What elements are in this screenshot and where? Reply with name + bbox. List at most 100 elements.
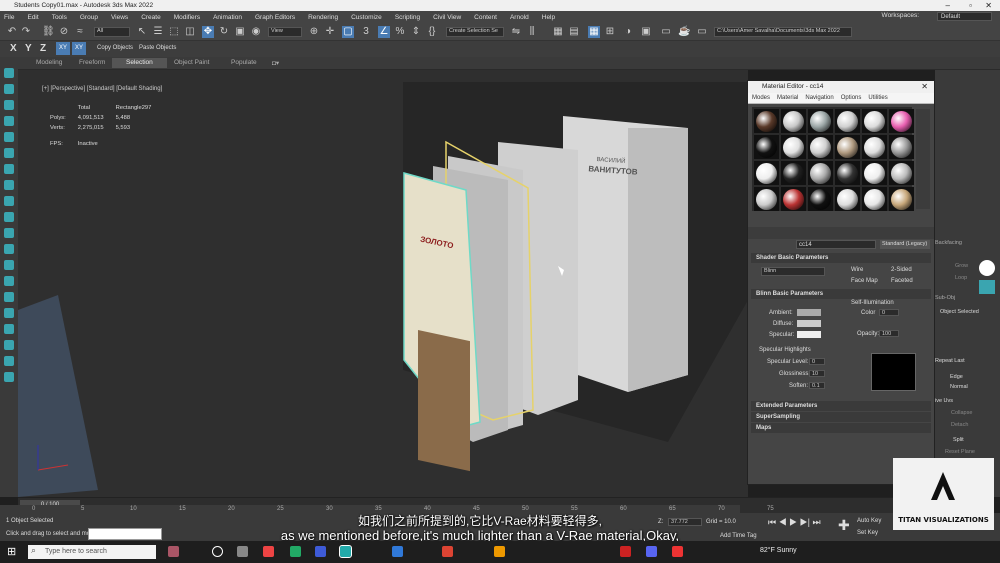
task-view-icon[interactable] [237, 546, 248, 557]
render-frame-icon[interactable]: ▭ [660, 26, 672, 38]
extended-parameters-header[interactable]: Extended Parameters [751, 401, 931, 411]
panel-normal[interactable]: Normal [950, 384, 968, 390]
face-map-checkbox[interactable]: Face Map [851, 278, 878, 284]
pin-icon[interactable] [979, 260, 995, 276]
percent-snap-icon[interactable]: % [394, 26, 406, 38]
menu-content[interactable]: Content [474, 14, 497, 21]
schematic-view-icon[interactable]: ⊞ [604, 26, 616, 38]
menu-file[interactable]: File [4, 14, 14, 21]
workspace-dropdown[interactable]: Default [937, 12, 992, 21]
material-sample-slot[interactable] [754, 161, 779, 185]
material-sample-slot[interactable] [754, 187, 779, 211]
place-icon[interactable]: ◉ [250, 26, 262, 38]
render-icon[interactable]: ☕ [678, 26, 690, 38]
axis-y-button[interactable]: Y [25, 43, 32, 54]
toggle-ribbon-icon[interactable]: ▤ [568, 26, 580, 38]
tool-panel-icon[interactable] [979, 280, 995, 294]
material-sample-slot[interactable] [862, 135, 887, 159]
tool-icon-13[interactable] [4, 260, 14, 270]
bind-icon[interactable]: ≈ [74, 26, 86, 38]
material-sample-slot[interactable] [754, 109, 779, 133]
windows-start-icon[interactable]: ⊞ [7, 545, 16, 558]
material-sample-slot[interactable] [835, 109, 860, 133]
discord-icon[interactable] [646, 546, 657, 557]
tool-icon-16[interactable] [4, 308, 14, 318]
tab-selection[interactable]: Selection [112, 58, 167, 68]
rect-select-icon[interactable]: ⬚ [168, 26, 180, 38]
wire-checkbox[interactable]: Wire [851, 267, 863, 273]
material-sample-slot[interactable] [781, 187, 806, 211]
self-illum-value-field[interactable]: 0 [879, 309, 899, 316]
tool-icon-8[interactable] [4, 180, 14, 190]
menu-material[interactable]: Material [777, 95, 798, 101]
3dsmax-icon[interactable] [339, 545, 352, 558]
material-sample-slot[interactable] [808, 161, 833, 185]
diffuse-swatch[interactable] [797, 320, 821, 327]
redo-icon[interactable]: ↷ [20, 26, 32, 38]
undo-icon[interactable]: ↶ [6, 26, 18, 38]
panel-loop-button[interactable]: Loop [955, 275, 967, 281]
tool-icon-19[interactable] [4, 356, 14, 366]
perspective-viewport[interactable]: [+] [Perspective] [Standard] [Default Sh… [18, 70, 748, 497]
illustrator-icon[interactable] [494, 546, 505, 557]
tool-icon-20[interactable] [4, 372, 14, 382]
reference-coordinate-dropdown[interactable]: View [268, 27, 302, 37]
menu-views[interactable]: Views [111, 14, 128, 21]
app-red-icon[interactable] [620, 546, 631, 557]
menu-scripting[interactable]: Scripting [395, 14, 420, 21]
menu-graph-editors[interactable]: Graph Editors [255, 14, 295, 21]
material-sample-slot[interactable] [781, 109, 806, 133]
taskbar-search[interactable]: Type here to search [28, 545, 156, 559]
menu-utilities[interactable]: Utilities [868, 95, 887, 101]
soften-field[interactable]: 0.1 [809, 382, 825, 389]
panel-collapse-button[interactable]: Collapse [951, 410, 972, 416]
menu-customize[interactable]: Customize [351, 14, 382, 21]
material-sample-slot[interactable] [781, 161, 806, 185]
glossiness-field[interactable]: 10 [809, 370, 825, 377]
layer-explorer-icon[interactable]: ▦ [552, 26, 564, 38]
align-icon[interactable]: ⫼ [526, 26, 538, 38]
menu-group[interactable]: Group [80, 14, 98, 21]
material-sample-slot[interactable] [889, 161, 914, 185]
panel-edge[interactable]: Edge [950, 374, 963, 380]
material-sample-slot[interactable] [889, 187, 914, 211]
material-sample-slot[interactable] [808, 187, 833, 211]
ribbon-options-icon[interactable]: ◘▾ [272, 59, 279, 67]
menu-edit[interactable]: Edit [27, 14, 38, 21]
material-editor-close-icon[interactable]: ✕ [921, 81, 928, 93]
menu-help[interactable]: Help [542, 14, 555, 21]
blinn-rollout-header[interactable]: Blinn Basic Parameters [751, 289, 931, 299]
taskbar-app-icon[interactable] [168, 546, 179, 557]
snap-3d-icon[interactable]: 3 [360, 26, 372, 38]
rotate-icon[interactable]: ↻ [218, 26, 230, 38]
scale-icon[interactable]: ▣ [234, 26, 246, 38]
minimize-icon[interactable]: – [946, 0, 950, 11]
menu-navigation[interactable]: Navigation [805, 95, 833, 101]
folder-icon[interactable]: ▭ [696, 26, 708, 38]
axis-x-button[interactable]: X [10, 43, 17, 54]
menu-modifiers[interactable]: Modifiers [174, 14, 200, 21]
spinner-snap-icon[interactable]: ⇕ [410, 26, 422, 38]
supersampling-header[interactable]: SuperSampling [751, 412, 931, 422]
pivot-icon[interactable]: ⊕ [308, 26, 320, 38]
select-by-name-icon[interactable]: ☰ [152, 26, 164, 38]
shader-rollout-header[interactable]: Shader Basic Parameters [751, 253, 931, 263]
two-sided-checkbox[interactable]: 2-Sided [891, 267, 912, 273]
menu-options[interactable]: Options [841, 95, 862, 101]
opera-icon[interactable] [672, 546, 683, 557]
menu-modes[interactable]: Modes [752, 95, 770, 101]
ambient-swatch[interactable] [797, 309, 821, 316]
specular-level-field[interactable]: 0 [809, 358, 825, 365]
close-icon[interactable]: ✕ [985, 0, 992, 11]
maximize-icon[interactable]: ▫ [969, 0, 972, 11]
cortana-icon[interactable] [212, 546, 223, 557]
material-sample-slot[interactable] [781, 135, 806, 159]
select-manipulate-icon[interactable]: ✛ [324, 26, 336, 38]
tool-icon-5[interactable] [4, 132, 14, 142]
app-green-icon[interactable] [290, 546, 301, 557]
tool-icon-3[interactable] [4, 100, 14, 110]
move-icon[interactable]: ✥ [202, 26, 214, 38]
material-sample-slot[interactable] [862, 161, 887, 185]
material-sample-slot[interactable] [754, 135, 779, 159]
tool-icon-1[interactable] [4, 68, 14, 78]
